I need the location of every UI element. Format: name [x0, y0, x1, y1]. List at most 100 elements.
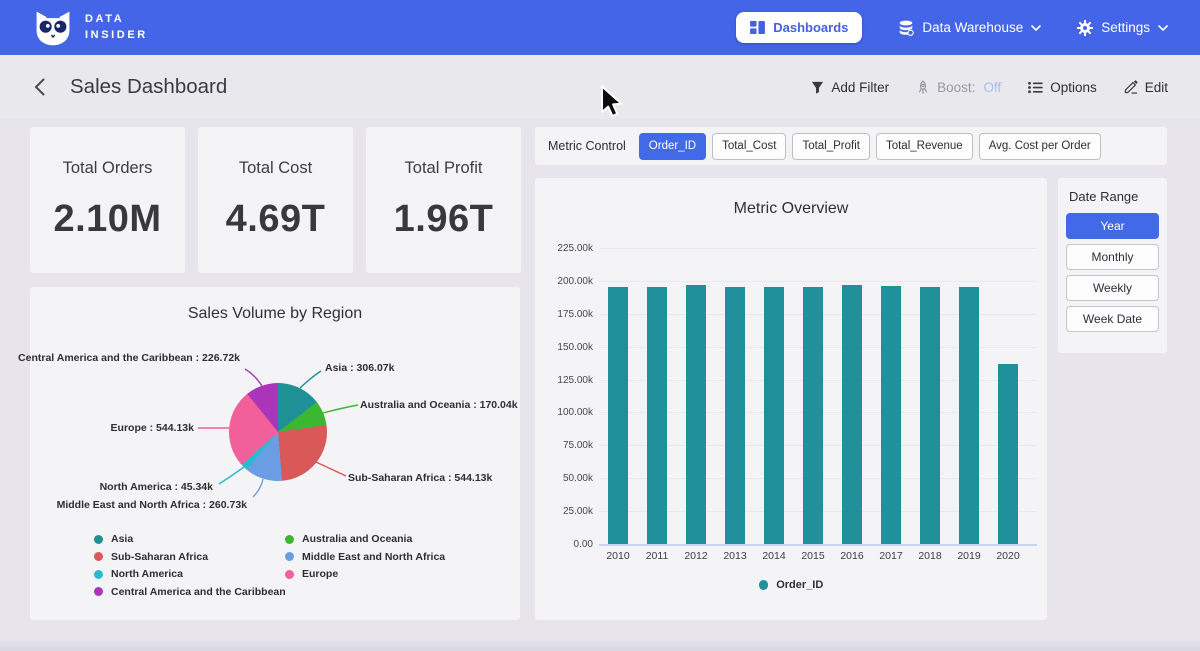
legend-label: Australia and Oceania	[302, 533, 412, 545]
y-axis-tick: 25.00k	[537, 506, 593, 517]
kpi-card-total-profit: Total Profit 1.96T	[366, 127, 521, 273]
chevron-left-icon	[34, 78, 45, 96]
y-axis-tick: 175.00k	[537, 309, 593, 320]
pie-callout-asia: Asia : 306.07k	[325, 362, 394, 374]
rocket-icon	[916, 80, 930, 95]
bar-chart-legend[interactable]: Order_ID	[535, 579, 1047, 591]
legend-label: Order_ID	[776, 579, 823, 591]
data-warehouse-menu[interactable]: Data Warehouse	[898, 20, 1041, 36]
filter-icon	[811, 81, 824, 94]
gridline	[599, 248, 1037, 249]
pie-callout-middle-east-and-north-africa: Middle East and North Africa : 260.73k	[57, 499, 247, 511]
y-axis-tick: 125.00k	[537, 375, 593, 386]
bar-2016[interactable]	[842, 285, 862, 544]
kpi-label: Total Orders	[63, 159, 153, 178]
pie-legend-item-europe[interactable]: Europe	[285, 568, 445, 580]
legend-label: Central America and the Caribbean	[111, 586, 286, 598]
kpi-label: Total Cost	[239, 159, 312, 178]
x-axis-tick-2014: 2014	[754, 550, 794, 562]
y-axis-tick: 0.00	[537, 539, 593, 550]
x-axis-tick-2010: 2010	[598, 550, 638, 562]
pie-legend-item-north-america[interactable]: North America	[94, 568, 286, 580]
bar-2015[interactable]	[803, 287, 823, 544]
pie-callout-sub-saharan-africa: Sub-Saharan Africa : 544.13k	[348, 472, 492, 484]
dashboards-button[interactable]: Dashboards	[736, 12, 862, 43]
kpi-value: 2.10M	[53, 198, 161, 241]
options-button[interactable]: Options	[1028, 80, 1097, 95]
kpi-label: Total Profit	[405, 159, 483, 178]
bar-2014[interactable]	[764, 287, 784, 544]
bar-chart-plot: 0.0025.00k50.00k75.00k100.00k125.00k150.…	[535, 178, 1047, 620]
pie-legend-item-asia[interactable]: Asia	[94, 533, 286, 545]
date-range-year-button[interactable]: Year	[1066, 213, 1159, 239]
dashboard-header: Sales Dashboard Add Filter Boost: Off	[0, 55, 1200, 119]
bar-2011[interactable]	[647, 287, 667, 544]
legend-dot	[94, 570, 103, 579]
navbar-menu: Dashboards Data Warehouse	[736, 12, 1168, 43]
legend-label: Middle East and North Africa	[302, 551, 445, 563]
edit-label: Edit	[1145, 80, 1168, 95]
date-range-week-date-button[interactable]: Week Date	[1066, 306, 1159, 332]
y-axis-tick: 225.00k	[537, 243, 593, 254]
y-axis-tick: 75.00k	[537, 440, 593, 451]
pie-legend-item-sub-saharan-africa[interactable]: Sub-Saharan Africa	[94, 551, 286, 563]
date-range-weekly-button[interactable]: Weekly	[1066, 275, 1159, 301]
metric-chip-order-id[interactable]: Order_ID	[639, 133, 706, 160]
gear-icon	[1077, 20, 1093, 36]
boost-state: Off	[983, 80, 1001, 95]
x-axis-tick-2017: 2017	[871, 550, 911, 562]
settings-menu[interactable]: Settings	[1077, 20, 1168, 36]
gridline	[599, 281, 1037, 282]
pie-callout-australia-and-oceania: Australia and Oceania : 170.04k	[360, 399, 518, 411]
pie-callout-central-america-and-the-caribbean: Central America and the Caribbean : 226.…	[18, 352, 240, 364]
bar-2017[interactable]	[881, 286, 901, 544]
legend-dot	[759, 580, 769, 590]
boost-toggle[interactable]: Boost: Off	[916, 80, 1001, 95]
bar-2013[interactable]	[725, 287, 745, 544]
metric-control-label: Metric Control	[548, 139, 626, 153]
metric-chip-total-cost[interactable]: Total_Cost	[712, 133, 786, 160]
y-axis-tick: 200.00k	[537, 276, 593, 287]
date-range-panel: Date Range YearMonthlyWeeklyWeek Date	[1058, 178, 1167, 353]
chevron-down-icon	[1031, 25, 1041, 31]
bar-2020[interactable]	[998, 364, 1018, 544]
pie-legend-item-central-america-and-the-caribbean[interactable]: Central America and the Caribbean	[94, 586, 286, 598]
date-range-monthly-button[interactable]: Monthly	[1066, 244, 1159, 270]
add-filter-label: Add Filter	[831, 80, 889, 95]
kpi-card-total-orders: Total Orders 2.10M	[30, 127, 185, 273]
bar-2019[interactable]	[959, 287, 979, 544]
options-label: Options	[1050, 80, 1097, 95]
settings-label: Settings	[1101, 20, 1150, 35]
pie-legend-column-1: Asia Sub-Saharan Africa North America Centr…	[94, 533, 286, 598]
x-axis-line	[599, 544, 1037, 546]
brand-logo[interactable]: DATA INSIDER	[32, 9, 148, 47]
list-icon	[1028, 81, 1043, 94]
bar-2012[interactable]	[686, 285, 706, 544]
x-axis-tick-2018: 2018	[910, 550, 950, 562]
bar-chart-card: Metric Overview 0.0025.00k50.00k75.00k10…	[535, 178, 1047, 620]
legend-dot	[285, 535, 294, 544]
header-toolbar: Add Filter Boost: Off Options	[811, 80, 1168, 95]
bottom-fade	[0, 637, 1200, 651]
bar-2018[interactable]	[920, 287, 940, 544]
metric-chip-group: Order_IDTotal_CostTotal_ProfitTotal_Reve…	[639, 133, 1101, 160]
metric-chip-avg-cost-per-order[interactable]: Avg. Cost per Order	[979, 133, 1101, 160]
legend-dot	[94, 552, 103, 561]
metric-chip-total-revenue[interactable]: Total_Revenue	[876, 133, 973, 160]
pie-legend-item-australia-and-oceania[interactable]: Australia and Oceania	[285, 533, 445, 545]
pencil-icon	[1124, 80, 1138, 94]
metric-chip-total-profit[interactable]: Total_Profit	[792, 133, 870, 160]
x-axis-tick-2020: 2020	[988, 550, 1028, 562]
pie-legend-item-middle-east-and-north-africa[interactable]: Middle East and North Africa	[285, 551, 445, 563]
kpi-value: 4.69T	[226, 198, 326, 241]
pie-legend-column-2: Australia and Oceania Middle East and Nor…	[285, 533, 445, 580]
edit-button[interactable]: Edit	[1124, 80, 1168, 95]
add-filter-button[interactable]: Add Filter	[811, 80, 889, 95]
pie-chart[interactable]	[229, 383, 327, 481]
bar-2010[interactable]	[608, 287, 628, 544]
chevron-down-icon	[1158, 25, 1168, 31]
y-axis-tick: 50.00k	[537, 473, 593, 484]
back-button[interactable]	[32, 76, 47, 98]
metric-control-bar: Metric Control Order_IDTotal_CostTotal_P…	[535, 127, 1167, 165]
legend-dot	[94, 587, 103, 596]
